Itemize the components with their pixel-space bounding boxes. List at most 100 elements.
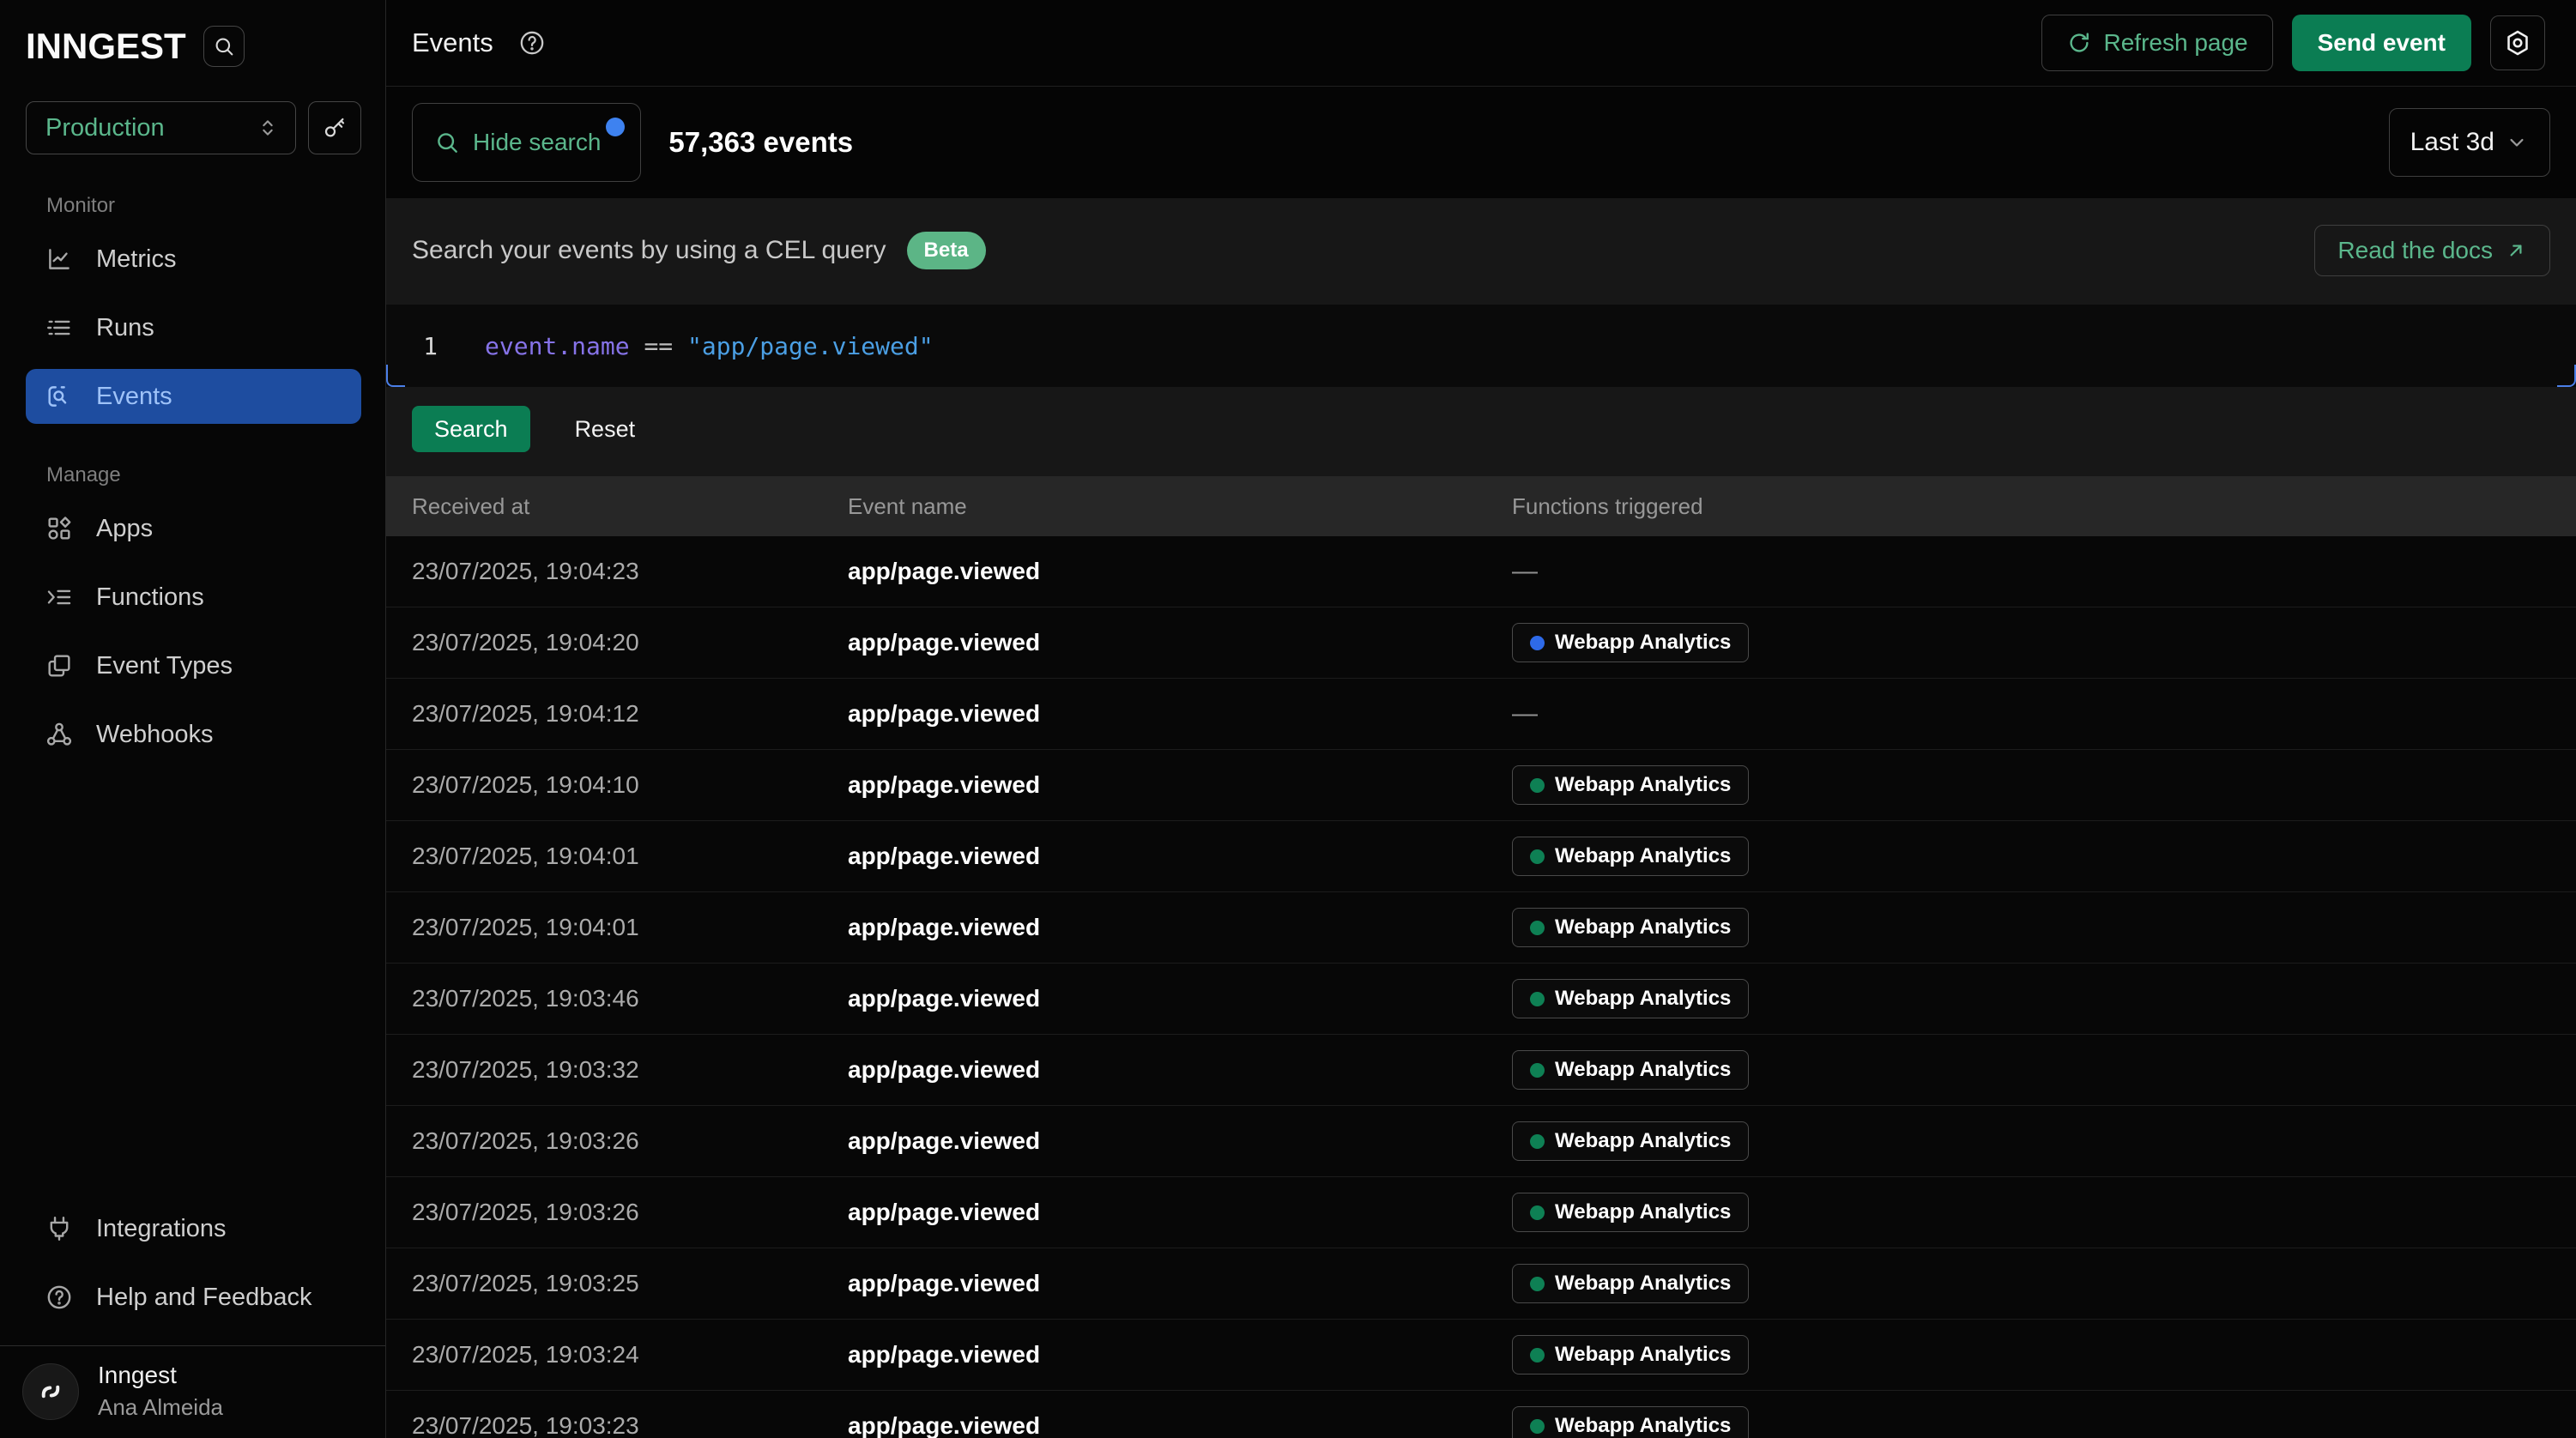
table-row[interactable]: 23/07/2025, 19:03:23 app/page.viewed Web… [386, 1391, 2576, 1438]
sidebar-item-label: Events [96, 383, 172, 411]
table-header: Received at Event name Functions trigger… [386, 476, 2576, 536]
cell-event-name: app/page.viewed [848, 1270, 1512, 1297]
sidebar-item-apps[interactable]: Apps [26, 501, 361, 556]
apps-icon [45, 514, 74, 543]
sidebar-item-label: Apps [96, 515, 153, 543]
cell-received-at: 23/07/2025, 19:03:26 [412, 1199, 848, 1226]
search-icon [212, 34, 236, 58]
cel-panel-title: Search your events by using a CEL query [412, 236, 886, 265]
sidebar-item-label: Event Types [96, 652, 233, 680]
sidebar-item-event-types[interactable]: Event Types [26, 638, 361, 693]
function-badge[interactable]: Webapp Analytics [1512, 1335, 1749, 1375]
sidebar-item-label: Webhooks [96, 721, 214, 749]
sidebar-item-integrations[interactable]: Integrations [26, 1201, 361, 1256]
cell-received-at: 23/07/2025, 19:03:24 [412, 1341, 848, 1369]
sidebar-item-webhooks[interactable]: Webhooks [26, 707, 361, 762]
line-number: 1 [386, 332, 438, 360]
code-line-content[interactable]: event.name == "app/page.viewed" [485, 332, 934, 360]
empty-dash: — [1512, 557, 1538, 585]
sidebar-item-help-and-feedback[interactable]: Help and Feedback [26, 1270, 361, 1325]
sidebar-item-events[interactable]: Events [26, 369, 361, 424]
inngest-mark-icon [35, 1376, 66, 1407]
user-org: Inngest [98, 1362, 223, 1389]
cell-functions: Webapp Analytics [1512, 1406, 2576, 1438]
sidebar-search-button[interactable] [203, 26, 245, 67]
function-badge[interactable]: Webapp Analytics [1512, 1050, 1749, 1090]
function-status-dot [1530, 1205, 1545, 1220]
read-the-docs-button[interactable]: Read the docs [2314, 225, 2550, 276]
event-types-icon [45, 651, 74, 680]
cell-functions: Webapp Analytics [1512, 908, 2576, 947]
user-card[interactable]: Inngest Ana Almeida [0, 1345, 385, 1438]
integrations-icon [45, 1214, 74, 1243]
cell-event-name: app/page.viewed [848, 558, 1512, 585]
cell-received-at: 23/07/2025, 19:03:32 [412, 1056, 848, 1084]
events-icon [45, 382, 74, 411]
table-row[interactable]: 23/07/2025, 19:03:24 app/page.viewed Web… [386, 1320, 2576, 1391]
cell-received-at: 23/07/2025, 19:04:23 [412, 558, 848, 585]
function-badge-label: Webapp Analytics [1555, 844, 1731, 868]
cell-functions: Webapp Analytics [1512, 623, 2576, 662]
refresh-page-button[interactable]: Refresh page [2041, 15, 2273, 71]
function-status-dot [1530, 1063, 1545, 1078]
time-range-value: Last 3d [2410, 128, 2494, 157]
function-badge-label: Webapp Analytics [1555, 1129, 1731, 1153]
function-badge[interactable]: Webapp Analytics [1512, 1264, 1749, 1303]
table-row[interactable]: 23/07/2025, 19:03:32 app/page.viewed Web… [386, 1035, 2576, 1106]
function-status-dot [1530, 1277, 1545, 1291]
function-badge[interactable]: Webapp Analytics [1512, 1406, 1749, 1438]
function-badge[interactable]: Webapp Analytics [1512, 1121, 1749, 1161]
external-link-icon [2505, 239, 2527, 262]
cell-event-name: app/page.viewed [848, 1056, 1512, 1084]
sidebar-item-functions[interactable]: Functions [26, 570, 361, 625]
cell-functions: — [1512, 557, 2576, 586]
table-row[interactable]: 23/07/2025, 19:04:01 app/page.viewed Web… [386, 892, 2576, 964]
help-icon [45, 1283, 74, 1312]
function-badge[interactable]: Webapp Analytics [1512, 1193, 1749, 1232]
help-circle-icon[interactable] [517, 28, 547, 57]
cell-event-name: app/page.viewed [848, 1412, 1512, 1438]
function-badge[interactable]: Webapp Analytics [1512, 623, 1749, 662]
column-event-name: Event name [848, 493, 1512, 520]
table-row[interactable]: 23/07/2025, 19:04:10 app/page.viewed Web… [386, 750, 2576, 821]
function-badge[interactable]: Webapp Analytics [1512, 979, 1749, 1018]
notification-dot [606, 118, 625, 136]
sidebar-item-label: Integrations [96, 1215, 227, 1243]
event-keys-button[interactable] [308, 101, 361, 154]
table-row[interactable]: 23/07/2025, 19:04:01 app/page.viewed Web… [386, 821, 2576, 892]
reset-button[interactable]: Reset [575, 416, 636, 443]
time-range-selector[interactable]: Last 3d [2389, 108, 2550, 177]
avatar [22, 1363, 79, 1420]
function-badge-label: Webapp Analytics [1555, 1414, 1731, 1438]
search-button[interactable]: Search [412, 406, 530, 452]
table-row[interactable]: 23/07/2025, 19:03:26 app/page.viewed Web… [386, 1177, 2576, 1248]
functions-icon [45, 583, 74, 612]
cell-received-at: 23/07/2025, 19:03:23 [412, 1412, 848, 1438]
table-body: 23/07/2025, 19:04:23 app/page.viewed — 2… [386, 536, 2576, 1438]
send-event-button[interactable]: Send event [2292, 15, 2471, 71]
table-row[interactable]: 23/07/2025, 19:03:25 app/page.viewed Web… [386, 1248, 2576, 1320]
function-badge[interactable]: Webapp Analytics [1512, 837, 1749, 876]
table-row[interactable]: 23/07/2025, 19:03:46 app/page.viewed Web… [386, 964, 2576, 1035]
sidebar-item-metrics[interactable]: Metrics [26, 232, 361, 287]
cell-functions: Webapp Analytics [1512, 837, 2576, 876]
column-functions-triggered: Functions triggered [1512, 493, 2576, 520]
function-badge[interactable]: Webapp Analytics [1512, 908, 1749, 947]
search-icon [433, 129, 461, 156]
function-badge[interactable]: Webapp Analytics [1512, 765, 1749, 805]
sidebar-item-runs[interactable]: Runs [26, 300, 361, 355]
cell-event-name: app/page.viewed [848, 843, 1512, 870]
settings-button[interactable] [2490, 15, 2545, 70]
beta-badge: Beta [907, 232, 986, 269]
table-row[interactable]: 23/07/2025, 19:04:23 app/page.viewed — [386, 536, 2576, 607]
hide-search-button[interactable]: Hide search [412, 103, 641, 182]
environment-selector[interactable]: Production [26, 101, 296, 154]
cell-functions: Webapp Analytics [1512, 1264, 2576, 1303]
table-row[interactable]: 23/07/2025, 19:04:20 app/page.viewed Web… [386, 607, 2576, 679]
table-row[interactable]: 23/07/2025, 19:03:26 app/page.viewed Web… [386, 1106, 2576, 1177]
events-count: 57,363 events [668, 126, 853, 159]
cel-query-editor[interactable]: 1 event.name == "app/page.viewed" [386, 305, 2576, 387]
cell-functions: Webapp Analytics [1512, 1335, 2576, 1375]
table-row[interactable]: 23/07/2025, 19:04:12 app/page.viewed — [386, 679, 2576, 750]
cell-received-at: 23/07/2025, 19:04:01 [412, 914, 848, 941]
